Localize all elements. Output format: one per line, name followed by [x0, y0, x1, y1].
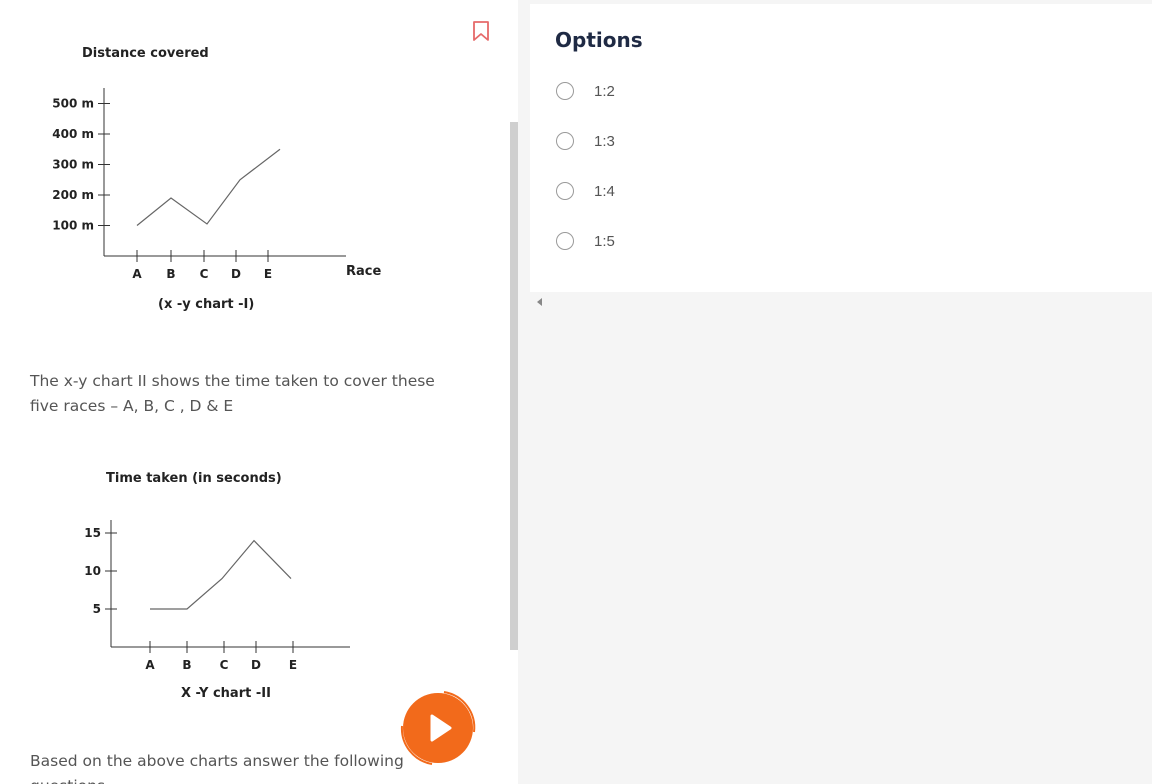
- c1-x-tick-label: A: [132, 267, 142, 281]
- question-paragraph-1: The x-y chart II shows the time taken to…: [30, 371, 435, 415]
- c2-x-tick-label: C: [220, 658, 229, 672]
- c1-y-tick-label: 200 m: [52, 188, 94, 202]
- c2-y-tick-label: 10: [84, 564, 101, 578]
- c2-x-tick-label: E: [289, 658, 297, 672]
- chart2-title: Time taken (in seconds): [106, 471, 282, 486]
- time-chart: Time taken (in seconds) 15 10 5 A B C D E X -Y…: [84, 471, 350, 701]
- option-4[interactable]: 1:5: [556, 232, 615, 250]
- c1-y-tick-label: 300 m: [52, 158, 94, 172]
- c1-x-tick-label: E: [264, 267, 272, 281]
- option-label: 1:2: [594, 82, 615, 100]
- options-panel: Options 1:2 1:3 1:4 1:5: [530, 4, 1152, 292]
- chart1-title: Distance covered: [82, 46, 209, 61]
- chart2-caption: X -Y chart -II: [181, 686, 271, 701]
- chart2-series-line: [150, 539, 292, 610]
- chart1-xlabel: Race: [346, 264, 381, 279]
- radio-button[interactable]: [556, 132, 574, 150]
- option-1[interactable]: 1:2: [556, 82, 615, 100]
- c2-y-tick-label: 15: [84, 526, 101, 540]
- scrollbar[interactable]: [510, 122, 518, 650]
- c1-y-tick-label: 100 m: [52, 219, 94, 233]
- option-label: 1:5: [594, 232, 615, 250]
- option-2[interactable]: 1:3: [556, 132, 615, 150]
- play-button[interactable]: [396, 686, 480, 770]
- c1-x-tick-label: D: [231, 267, 241, 281]
- option-label: 1:4: [594, 182, 615, 200]
- option-3[interactable]: 1:4: [556, 182, 615, 200]
- c1-x-tick-label: C: [200, 267, 209, 281]
- scroll-left-arrow-icon[interactable]: [537, 298, 542, 306]
- radio-button[interactable]: [556, 82, 574, 100]
- chart1-caption: (x -y chart -I): [158, 297, 254, 312]
- options-title: Options: [555, 28, 643, 52]
- chart1-series-line: [136, 148, 281, 226]
- option-label: 1:3: [594, 132, 615, 150]
- c2-x-tick-label: B: [182, 658, 191, 672]
- play-icon: [400, 691, 476, 765]
- distance-chart: Distance covered 500 m 400 m 300 m 200 m 100…: [52, 46, 381, 312]
- c1-y-tick-label: 500 m: [52, 97, 94, 111]
- c2-y-tick-label: 5: [93, 602, 101, 616]
- question-panel: Distance covered 500 m 400 m 300 m 200 m 100…: [0, 0, 518, 784]
- c1-x-tick-label: B: [166, 267, 175, 281]
- radio-button[interactable]: [556, 232, 574, 250]
- c1-y-tick-label: 400 m: [52, 127, 94, 141]
- radio-button[interactable]: [556, 182, 574, 200]
- c2-x-tick-label: A: [145, 658, 155, 672]
- c2-x-tick-label: D: [251, 658, 261, 672]
